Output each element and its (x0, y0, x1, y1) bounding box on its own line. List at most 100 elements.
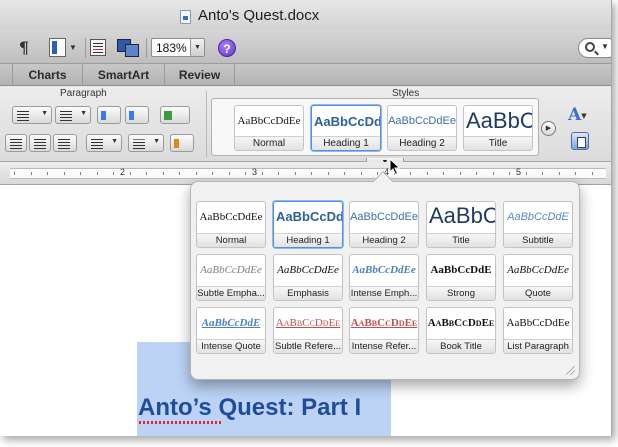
ruler-number: 2 (120, 167, 126, 177)
bullets-button[interactable]: ▼ (12, 106, 52, 124)
ruler-tick (311, 172, 312, 175)
style-tile-book-title[interactable]: AaBbCcDdEe Book Title (426, 307, 496, 354)
text-effects-icon: A (568, 105, 582, 125)
style-tile-normal[interactable]: AaBbCcDdEe Normal (196, 201, 266, 248)
media-browser-icon (117, 38, 139, 57)
style-label: Subtle Refere... (274, 339, 342, 353)
ruler-tick (278, 172, 279, 175)
style-tile-subtle-emphasis[interactable]: AaBbCcDdEe Subtle Empha... (196, 254, 266, 301)
style-tile-quote[interactable]: AaBbCcDdEe Quote (503, 254, 573, 301)
zoom-value: 183% (156, 41, 187, 55)
ruler-tick (526, 172, 527, 175)
style-label: Title (427, 233, 495, 247)
mouse-pointer-icon (389, 158, 401, 176)
chevron-down-icon: ▼ (80, 110, 87, 117)
justify-button[interactable] (53, 134, 77, 152)
style-label: Quote (504, 286, 572, 300)
ruler-tick (14, 172, 15, 175)
style-tile-emphasis[interactable]: AaBbCcDdEe Emphasis (273, 254, 343, 301)
text-effects-button[interactable]: A▼ (568, 105, 598, 125)
ruler-tick (113, 172, 114, 175)
ruler-tick (542, 172, 543, 175)
gallery-style-heading-2[interactable]: AaBbCcDdEe Heading 2 (387, 105, 457, 151)
sort-button[interactable] (170, 134, 194, 152)
numbering-button[interactable]: ▼ (55, 106, 91, 124)
style-tile-intense-emphasis[interactable]: AaBbCcDdEe Intense Emph... (349, 254, 419, 301)
style-tile-title[interactable]: AaBbC Title (426, 201, 496, 248)
style-sample: AaBbCcDdEe (277, 264, 339, 276)
style-tile-subtitle[interactable]: AaBbCcDdE Subtitle (503, 201, 573, 248)
search-field[interactable]: ▼ (578, 38, 611, 58)
style-tile-strong[interactable]: AaBbCcDdE Strong (426, 254, 496, 301)
ruler-tick (229, 172, 230, 175)
columns-icon (164, 111, 172, 120)
styles-gallery: AaBbCcDdEe Normal AaBbCcDd Heading 1 AaB… (211, 98, 539, 156)
style-tile-intense-reference[interactable]: AaBbCcDdEe Intense Refer... (349, 307, 419, 354)
style-label: Heading 2 (388, 136, 456, 150)
show-formatting-button[interactable]: ¶ (16, 36, 32, 58)
help-button[interactable]: ? (218, 39, 236, 57)
ruler-tick (80, 172, 81, 175)
style-tile-heading-1[interactable]: AaBbCcDd Heading 1 (273, 201, 343, 248)
gallery-style-normal[interactable]: AaBbCcDdEe Normal (234, 105, 304, 151)
layout-icon (49, 37, 67, 57)
style-sample: AaBbCcDdEe (350, 211, 418, 223)
sort-icon (174, 139, 179, 148)
style-sample: AaBbCcDdEe (506, 317, 570, 329)
style-label: Intense Emph... (350, 286, 418, 300)
ruler-tick (328, 172, 329, 175)
resize-grip[interactable] (566, 366, 575, 375)
window-title: Anto's Quest.docx (198, 7, 320, 24)
ruler-tick (344, 172, 345, 175)
ribbon-home: Paragraph Styles ▼ ▼ ▼ ▼ AaBbCcDdEe Norm… (0, 86, 611, 168)
gallery-style-title[interactable]: AaBbC Title (463, 105, 533, 151)
ruler-tick (245, 172, 246, 175)
columns-button[interactable] (160, 106, 190, 124)
style-sample: AaBbCcDdEe (275, 317, 341, 329)
ruler-tick (460, 172, 461, 175)
style-label: Intense Refer... (350, 339, 418, 353)
decrease-indent-button[interactable] (97, 106, 121, 124)
style-label: Emphasis (274, 286, 342, 300)
style-label: Normal (197, 233, 265, 247)
style-tile-subtle-reference[interactable]: AaBbCcDdEe Subtle Refere... (273, 307, 343, 354)
media-browser-button[interactable] (116, 36, 140, 58)
style-label: Normal (235, 136, 303, 150)
document-icon (180, 10, 191, 24)
line-spacing-button[interactable]: ▼ (86, 134, 122, 152)
tab-review[interactable]: Review (165, 64, 235, 85)
gallery-next-button[interactable]: ▶ (541, 121, 556, 136)
ruler-tick (559, 172, 560, 175)
numbering-icon (60, 111, 72, 112)
zoom-select[interactable]: 183% ▼ (151, 38, 205, 57)
style-label: Subtitle (504, 233, 572, 247)
style-tile-intense-quote[interactable]: AaBbCcDdE Intense Quote (196, 307, 266, 354)
align-center-icon (34, 139, 46, 140)
style-sample: AaBbCcDdEe (427, 317, 495, 329)
toolbox-button[interactable] (89, 36, 107, 58)
align-center-button[interactable] (29, 134, 51, 152)
chevron-down-icon: ▼ (581, 111, 587, 120)
chevron-down-icon: ▼ (153, 138, 160, 145)
view-layout-button[interactable]: ▼ (44, 36, 82, 58)
group-divider (206, 91, 207, 157)
styles-pane-button[interactable] (571, 132, 589, 150)
borders-button[interactable]: ▼ (128, 134, 164, 152)
tab-smartart[interactable]: SmartArt (83, 64, 165, 85)
gallery-style-heading-1[interactable]: AaBbCcDd Heading 1 (311, 105, 381, 151)
style-tile-list-paragraph[interactable]: AaBbCcDdEe List Paragraph (503, 307, 573, 354)
increase-indent-button[interactable] (125, 106, 149, 124)
style-sample: AaBbCcDdEe (388, 115, 456, 127)
borders-icon (133, 139, 145, 140)
style-sample: AaBbCcDdE (201, 317, 261, 329)
ruler-tick (196, 172, 197, 175)
ruler-tick (212, 172, 213, 175)
tab-charts[interactable]: Charts (12, 64, 83, 85)
style-label: Intense Quote (197, 339, 265, 353)
word-window: Anto's Quest.docx ¶ ▼ 183% ▼ ? ▼ Charts … (0, 0, 612, 436)
align-right-button[interactable] (5, 134, 27, 152)
chevron-down-icon[interactable]: ▼ (190, 39, 204, 56)
document-heading[interactable]: Anto’s Quest: Part I (138, 394, 361, 422)
style-sample: AaBbCcDdEe (200, 264, 262, 276)
style-tile-heading-2[interactable]: AaBbCcDdEe Heading 2 (349, 201, 419, 248)
